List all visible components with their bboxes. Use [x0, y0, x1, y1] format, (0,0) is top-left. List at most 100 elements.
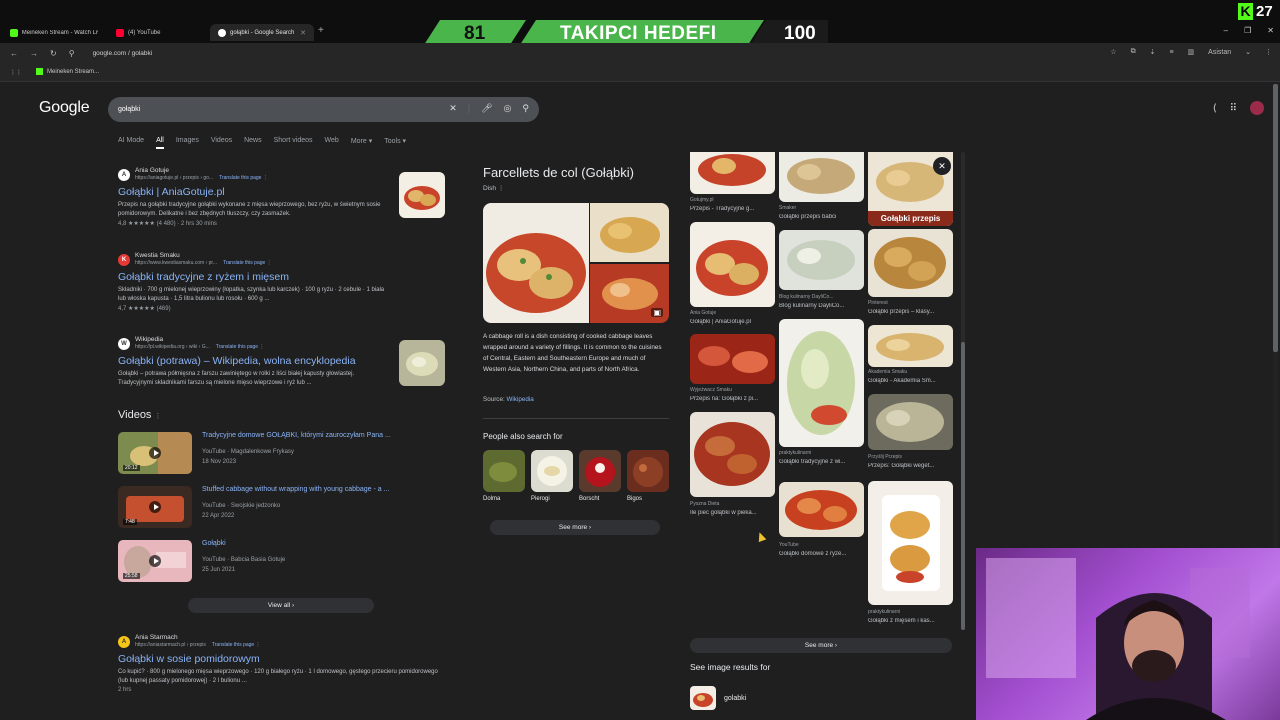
kp-image[interactable]: ▣	[590, 264, 669, 323]
image-caption-link[interactable]: Gołąbki przepis babci	[779, 214, 865, 220]
result-thumbnail[interactable]	[399, 340, 445, 386]
close-tab-icon[interactable]: ✕	[300, 29, 306, 37]
image-caption-link[interactable]: Gołąbki - Akademia Sm...	[868, 378, 954, 384]
image-caption-link[interactable]: Gołąbki | AniaGotuje.pl	[690, 319, 776, 325]
tab-ai-mode[interactable]: AI Mode	[118, 137, 144, 149]
tab-images[interactable]: Images	[176, 137, 199, 149]
image-result[interactable]	[779, 152, 864, 202]
image-result[interactable]	[690, 222, 775, 307]
video-title-link[interactable]: Stuffed cabbage without wrapping with yo…	[202, 486, 389, 493]
see-more-images-button[interactable]: See more ›	[690, 638, 952, 653]
tab-all[interactable]: All	[156, 137, 164, 149]
image-result[interactable]	[779, 230, 864, 290]
image-result[interactable]	[690, 412, 775, 497]
video-title-link[interactable]: Tradycyjne domowe GOŁĄBKI, którymi zauro…	[202, 432, 391, 439]
image-result[interactable]	[868, 394, 953, 450]
lens-icon[interactable]: ◎	[504, 103, 512, 114]
kp-image[interactable]	[590, 203, 669, 262]
reload-icon[interactable]: ↻	[50, 49, 57, 58]
tab-more[interactable]: More ▾	[351, 137, 372, 149]
image-result[interactable]	[868, 229, 953, 297]
menu-list-icon[interactable]: ≡	[1169, 49, 1173, 56]
wikipedia-link[interactable]: Wikipedia	[506, 396, 533, 403]
image-caption-link[interactable]: Przepis - Tradycyjne g...	[690, 206, 776, 212]
related-item-pierogi[interactable]: Pierogi	[531, 450, 573, 502]
video-item[interactable]: 20:12 Tradycyjne domowe GOŁĄBKI, którymi…	[118, 432, 448, 474]
image-result[interactable]	[779, 319, 864, 447]
forward-icon[interactable]: →	[30, 49, 38, 58]
search-input[interactable]: gołąbki ✕ | 🎤︎ ◎ ⚲	[108, 97, 539, 122]
result-site[interactable]: K Kwestia Smaku https://www.kwestiasmaku…	[118, 252, 448, 267]
extension-icon[interactable]: ⧉	[1131, 48, 1136, 56]
tab-videos[interactable]: Videos	[211, 137, 232, 149]
translate-link[interactable]: Translate this page	[223, 260, 265, 266]
image-caption-link[interactable]: Przepis: Gołąbki weget...	[868, 463, 954, 469]
bookmark-star-icon[interactable]: ☆	[1110, 48, 1116, 56]
more-options-icon[interactable]: ⋮	[498, 185, 505, 192]
avatar[interactable]	[1250, 101, 1264, 115]
video-thumbnail[interactable]: 7:48	[118, 486, 192, 528]
share-icon[interactable]: ⟨	[1213, 103, 1217, 114]
tab-youtube[interactable]: (4) YouTube	[108, 24, 208, 41]
url-field[interactable]: google.com / golabki	[93, 50, 153, 57]
minimize-icon[interactable]: –	[1224, 26, 1228, 35]
image-caption-link[interactable]: Blog kulinarny DayliCo...	[779, 303, 865, 309]
tab-news[interactable]: News	[244, 137, 262, 149]
see-more-related-button[interactable]: See more ›	[490, 520, 660, 535]
video-title-link[interactable]: Gołąbki	[202, 540, 226, 547]
sidebar-icon[interactable]: ▥	[1188, 48, 1195, 56]
site-info-icon[interactable]: ⚲	[69, 49, 75, 58]
kp-main-image[interactable]	[483, 203, 589, 323]
translate-link[interactable]: Translate this page	[212, 642, 254, 648]
google-logo[interactable]: Google	[39, 99, 90, 117]
image-caption-link[interactable]: Gołąbki z mięsem i kas...	[868, 618, 954, 624]
close-window-icon[interactable]: ✕	[1267, 26, 1274, 35]
image-panel-scrollbar[interactable]	[961, 152, 965, 630]
apps-grid-icon[interactable]: ⋮⋮	[10, 69, 22, 76]
close-icon[interactable]: ✕	[933, 157, 951, 175]
download-icon[interactable]: ⇣	[1150, 48, 1156, 56]
related-item-dolma[interactable]: Dolma	[483, 450, 525, 502]
tab-meineken[interactable]: Meineken Stream - Watch Liv	[2, 24, 106, 41]
new-tab-button[interactable]: +	[318, 25, 324, 36]
image-caption-link[interactable]: Ile piec gołąbki w piekа...	[690, 510, 776, 516]
result-site[interactable]: A Ania Starmach https://aniastarmach.pl …	[118, 634, 448, 649]
view-all-videos-button[interactable]: View all ›	[188, 598, 374, 613]
translate-link[interactable]: Translate this page	[219, 175, 261, 181]
tab-tools[interactable]: Tools ▾	[384, 137, 406, 149]
maximize-icon[interactable]: ❐	[1244, 26, 1251, 35]
image-caption-link[interactable]: Przepis na: Gołąbki z pi...	[690, 396, 776, 402]
image-result[interactable]	[690, 334, 775, 384]
chevron-down-icon[interactable]: ⌄	[1245, 48, 1251, 56]
search-icon[interactable]: ⚲	[522, 103, 529, 114]
back-icon[interactable]: ←	[10, 49, 18, 58]
related-item-bigos[interactable]: Bigos	[627, 450, 669, 502]
tab-google-search[interactable]: gołąbki - Google Search ✕	[210, 24, 314, 41]
result-title-link[interactable]: Gołąbki tradycyjne z ryżem i mięsem	[118, 271, 448, 283]
image-caption-link[interactable]: Gołąbki przepis – klasy...	[868, 309, 954, 315]
image-result[interactable]	[690, 152, 775, 194]
tab-short-videos[interactable]: Short videos	[274, 137, 313, 149]
bookmark-item[interactable]: Meineken Stream...	[36, 68, 99, 76]
related-item-borscht[interactable]: Borscht	[579, 450, 621, 502]
video-item[interactable]: 25:58 Gołąbki YouTube · Babcia Basia Got…	[118, 540, 448, 582]
assistant-button[interactable]: Asistan	[1208, 49, 1231, 56]
image-result[interactable]	[868, 325, 953, 367]
clear-icon[interactable]: ✕	[449, 103, 457, 114]
result-title-link[interactable]: Gołąbki w sosie pomidorowym	[118, 653, 448, 665]
image-result[interactable]	[868, 481, 953, 605]
tab-web[interactable]: Web	[325, 137, 339, 149]
video-item[interactable]: 7:48 Stuffed cabbage without wrapping wi…	[118, 486, 448, 528]
image-results-query-link[interactable]: golabki	[690, 686, 746, 710]
image-caption-link[interactable]: Gołąbki domowe z ryże...	[779, 551, 865, 557]
video-thumbnail[interactable]: 20:12	[118, 432, 192, 474]
image-result[interactable]	[779, 482, 864, 537]
image-caption-link[interactable]: Gołąbki tradycyjne z wi...	[779, 459, 865, 465]
video-thumbnail[interactable]: 25:58	[118, 540, 192, 582]
result-thumbnail[interactable]	[399, 172, 445, 218]
more-menu-icon[interactable]: ⋮	[1265, 48, 1272, 56]
more-options-icon[interactable]: ⋮	[155, 413, 162, 420]
microphone-icon[interactable]: 🎤︎	[481, 103, 492, 114]
apps-icon[interactable]: ⠿	[1230, 103, 1237, 114]
translate-link[interactable]: Translate this page	[216, 344, 258, 350]
